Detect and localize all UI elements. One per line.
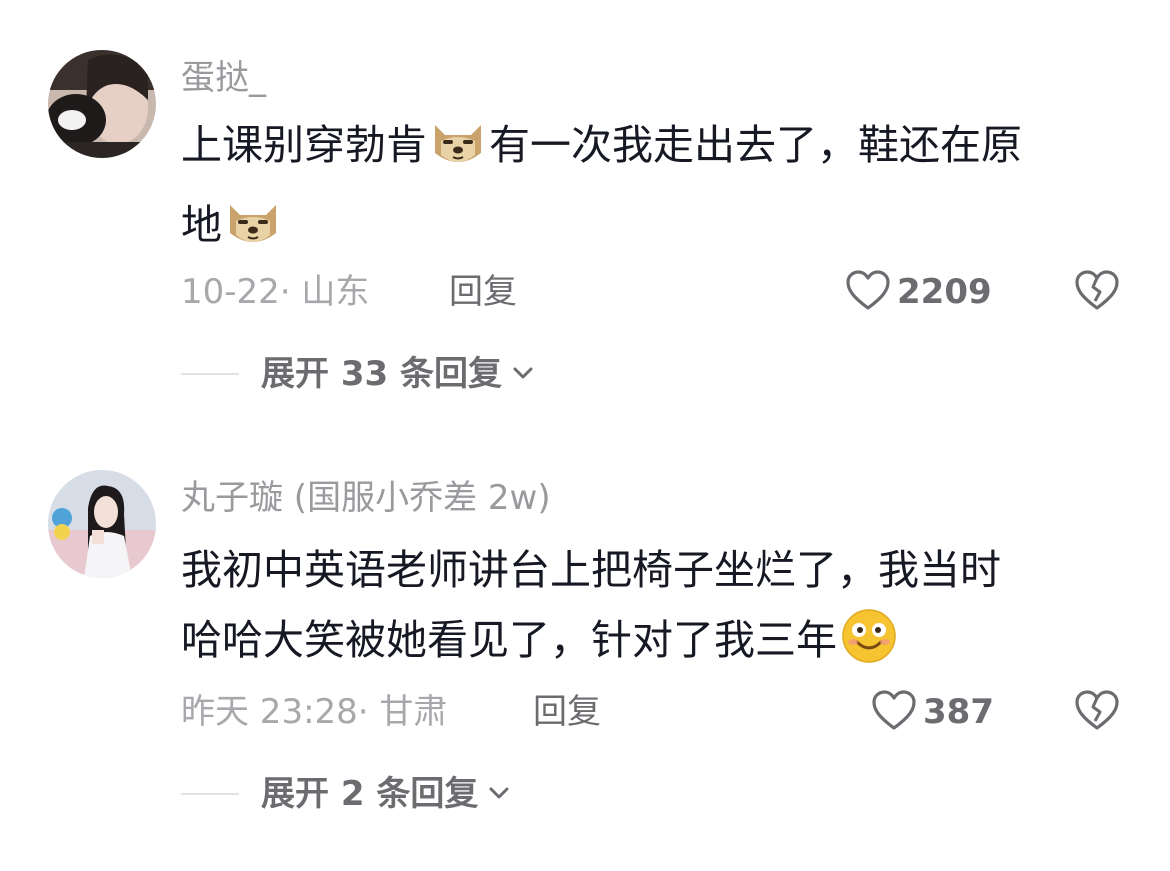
dislike-button[interactable]: [1074, 270, 1120, 314]
like-button[interactable]: 387: [871, 690, 994, 734]
username[interactable]: 蛋挞_: [181, 58, 266, 98]
comment-text-part: 我初中英语老师讲台上把椅子坐烂了，我当时: [181, 546, 1001, 594]
comment-meta: 10-22· 山东 回复 2209: [181, 270, 1120, 314]
like-button[interactable]: 2209: [845, 270, 992, 314]
reply-button[interactable]: 回复: [449, 270, 517, 314]
timestamp-location: 10-22· 山东: [181, 272, 370, 312]
avatar[interactable]: [48, 50, 156, 158]
comment-text: 我初中英语老师讲台上把椅子坐烂了，我当时 哈哈大笑被她看见了，针对了我三年: [181, 535, 1131, 685]
divider-line: [181, 793, 239, 795]
comment-item: 蛋挞_ 上课别穿勃肯 有一次我走出去了，鞋还在原 地 10-22· 山东 回复 …: [0, 0, 1170, 420]
expand-replies-button[interactable]: 展开 2 条回复: [181, 772, 510, 816]
broken-heart-icon: [1074, 269, 1120, 315]
smile-emoji-icon: [841, 608, 897, 685]
divider-line: [181, 373, 239, 375]
comment-text: 上课别穿勃肯 有一次我走出去了，鞋还在原 地: [181, 110, 1131, 270]
comment-meta: 昨天 23:28· 甘肃 回复 387: [181, 690, 1120, 734]
chevron-down-icon: [512, 365, 534, 384]
like-count: 387: [923, 692, 994, 732]
heart-icon: [845, 269, 891, 315]
doge-emoji-icon: [431, 119, 485, 190]
comment-item: 丸子璇 (国服小乔差 2w) 我初中英语老师讲台上把椅子坐烂了，我当时 哈哈大笑…: [0, 420, 1170, 871]
heart-icon: [871, 689, 917, 735]
like-count: 2209: [897, 272, 992, 312]
doge-emoji-icon: [226, 199, 280, 270]
reply-button[interactable]: 回复: [533, 690, 601, 734]
avatar[interactable]: [48, 470, 156, 578]
expand-replies-label: 展开 33 条回复: [261, 354, 502, 394]
chevron-down-icon: [488, 785, 510, 804]
expand-replies-label: 展开 2 条回复: [261, 774, 479, 814]
timestamp-location: 昨天 23:28· 甘肃: [181, 692, 448, 732]
dislike-button[interactable]: [1074, 690, 1120, 734]
broken-heart-icon: [1074, 689, 1120, 735]
expand-replies-button[interactable]: 展开 33 条回复: [181, 352, 534, 396]
comment-text-part: 上课别穿勃肯: [181, 121, 427, 169]
comment-text-part: 地: [181, 201, 222, 249]
comment-text-part: 哈哈大笑被她看见了，针对了我三年: [181, 616, 837, 664]
comment-text-part: 有一次我走出去了，鞋还在原: [489, 121, 1022, 169]
username[interactable]: 丸子璇 (国服小乔差 2w): [181, 478, 551, 518]
